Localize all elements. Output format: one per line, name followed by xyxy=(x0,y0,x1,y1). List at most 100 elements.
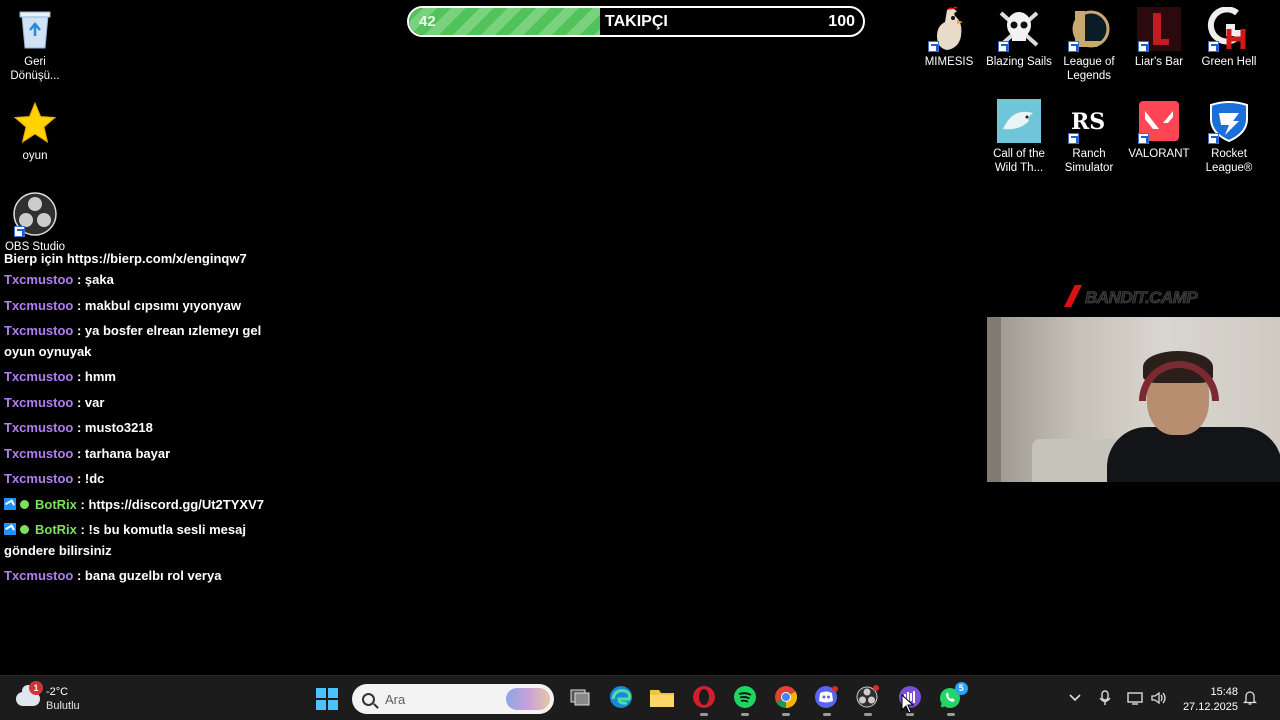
discord-icon xyxy=(814,685,840,714)
taskbar-search[interactable]: Ara xyxy=(352,684,554,714)
chat-text: : musto3218 xyxy=(76,420,153,435)
shortcut-arrow-icon xyxy=(1138,41,1149,52)
desktop-icon-call-of-the-wild[interactable]: Call of the Wild Th... xyxy=(984,98,1054,175)
desktop-icon-liars-bar[interactable]: Liar's Bar xyxy=(1124,6,1194,69)
desktop-icon-label: oyun xyxy=(22,150,48,162)
follower-goal-title: TAKIPÇI xyxy=(605,13,668,30)
start-button[interactable] xyxy=(309,682,345,716)
chat-message: Txcmustoo : var xyxy=(4,393,294,414)
desktop-icon-label: MIMESIS xyxy=(924,56,974,68)
system-clock[interactable]: 15:48 27.12.2025 xyxy=(1178,685,1238,715)
chat-username: BotRix xyxy=(35,522,77,537)
desktop-icon-obs[interactable]: OBS Studio xyxy=(0,191,70,254)
spotify-icon xyxy=(733,685,757,714)
taskbar-app-edge[interactable] xyxy=(603,682,639,716)
follower-progress-fill xyxy=(409,8,600,35)
taskbar: 1 -2°C Bulutlu Ara 5 15:48 27.12.2025 xyxy=(0,675,1280,720)
chat-username: Txcmustoo xyxy=(4,420,74,435)
weather-description: Bulutlu xyxy=(46,700,80,712)
desktop-icon-oyun[interactable]: oyun xyxy=(0,100,70,163)
chat-username: Txcmustoo xyxy=(4,369,74,384)
verified-badge-icon xyxy=(20,525,29,534)
taskbar-app-file-explorer[interactable] xyxy=(644,682,680,716)
chrome-icon xyxy=(774,685,798,714)
desktop-icon-label: Green Hell xyxy=(1201,56,1257,68)
opera-icon xyxy=(692,685,716,714)
obs-icon xyxy=(12,191,58,237)
taskbar-app-obs[interactable] xyxy=(850,682,886,716)
desktop-icon-rocket-league[interactable]: Rocket League® xyxy=(1194,98,1264,175)
rooster-icon xyxy=(926,6,972,52)
chat-text: : şaka xyxy=(76,272,114,287)
chat-text: : bana guzelbı rol verya xyxy=(76,568,222,583)
clock-date: 27.12.2025 xyxy=(1182,701,1238,713)
desktop-icon-recycle-bin[interactable]: Geri Dönüşü... xyxy=(0,6,70,83)
obs-icon xyxy=(855,684,881,714)
follower-goal-bar: 42 TAKIPÇI 100 xyxy=(407,6,865,37)
taskbar-app-opera[interactable] xyxy=(686,682,722,716)
shortcut-arrow-icon xyxy=(928,41,939,52)
search-highlight-image xyxy=(506,688,550,710)
chat-username: Txcmustoo xyxy=(4,471,74,486)
taskbar-app-task-view[interactable] xyxy=(562,682,598,716)
volume-icon[interactable] xyxy=(1150,690,1166,706)
running-indicator xyxy=(823,713,832,716)
league-of-legends-icon xyxy=(1066,6,1112,52)
chat-message: BotRix : https://discord.gg/Ut2TYXV7 xyxy=(4,495,294,516)
desktop-icon-league-of-legends[interactable]: League of Legends xyxy=(1054,6,1124,83)
running-indicator xyxy=(864,713,873,716)
chat-username: Txcmustoo xyxy=(4,568,74,583)
search-icon xyxy=(362,692,375,706)
taskbar-app-whatsapp[interactable]: 5 xyxy=(933,682,969,716)
desktop-icon-mimesis[interactable]: MIMESIS xyxy=(914,6,984,69)
follower-goal-target: 100 xyxy=(828,13,855,30)
notification-bell-icon[interactable] xyxy=(1242,690,1259,706)
green-hell-icon xyxy=(1206,6,1252,52)
desktop-icon-ranch-simulator[interactable]: RS Ranch Simulator xyxy=(1054,98,1124,175)
show-hidden-icons-chevron-icon[interactable] xyxy=(1068,690,1084,706)
weather-widget[interactable]: 1 -2°C Bulutlu xyxy=(16,681,80,714)
desktop-icon-blazing-sails[interactable]: Blazing Sails xyxy=(984,6,1054,69)
chat-username: Txcmustoo xyxy=(4,394,74,410)
desktop-icon-label: Ranch Simulator xyxy=(1064,148,1114,174)
desktop-icon-label: Liar's Bar xyxy=(1134,56,1184,68)
skull-icon xyxy=(996,6,1042,52)
chat-message: Txcmustoo : hmm xyxy=(4,367,294,388)
chat-message: BotRix : !s bu komutla sesli mesaj gönde… xyxy=(4,520,294,561)
follower-current-count: 42 xyxy=(419,13,436,30)
weather-temperature: -2°C xyxy=(46,686,69,698)
taskbar-app-chrome[interactable] xyxy=(768,682,804,716)
svg-text:RS: RS xyxy=(1071,109,1105,135)
chat-message: Txcmustoo : şaka xyxy=(4,270,294,291)
task-view-icon xyxy=(569,687,591,712)
shortcut-arrow-icon xyxy=(1068,133,1079,144)
chat-system-line: Bierp için https://bierp.com/x/enginqw7 xyxy=(4,252,247,266)
valorant-icon xyxy=(1136,98,1182,144)
recycle-bin-icon xyxy=(12,6,58,52)
clock-time: 15:48 xyxy=(1210,686,1238,698)
chat-username: Txcmustoo xyxy=(4,445,74,461)
desktop-icon-valorant[interactable]: VALORANT xyxy=(1124,98,1194,161)
taskbar-app-discord[interactable] xyxy=(809,682,845,716)
moderator-badge-icon xyxy=(4,523,16,535)
webcam-person-body xyxy=(1107,427,1280,482)
weather-notification-badge: 1 xyxy=(29,681,43,695)
chat-text: : var xyxy=(76,394,105,410)
chat-overlay: Bierp için https://bierp.com/x/enginqw7 … xyxy=(4,252,294,592)
taskbar-app-spotify[interactable] xyxy=(727,682,763,716)
fish-icon xyxy=(996,98,1042,144)
network-icon[interactable] xyxy=(1127,690,1143,706)
bandit-camp-logo-icon xyxy=(1064,285,1082,307)
verified-badge-icon xyxy=(20,499,29,509)
moderator-badge-icon xyxy=(4,497,16,510)
webcam-overlay xyxy=(987,317,1280,482)
desktop-icon-green-hell[interactable]: Green Hell xyxy=(1194,6,1264,69)
shortcut-arrow-icon xyxy=(1208,133,1219,144)
chat-text: : !dc xyxy=(76,471,105,486)
chat-text: : https://discord.gg/Ut2TYXV7 xyxy=(80,496,264,512)
desktop-icon-label: VALORANT xyxy=(1128,148,1190,160)
microphone-icon[interactable] xyxy=(1098,690,1114,706)
chat-message: Txcmustoo : bana guzelbı rol verya xyxy=(4,566,294,587)
app-notification-badge: 5 xyxy=(954,682,968,695)
chat-message: Txcmustoo : musto3218 xyxy=(4,418,294,439)
